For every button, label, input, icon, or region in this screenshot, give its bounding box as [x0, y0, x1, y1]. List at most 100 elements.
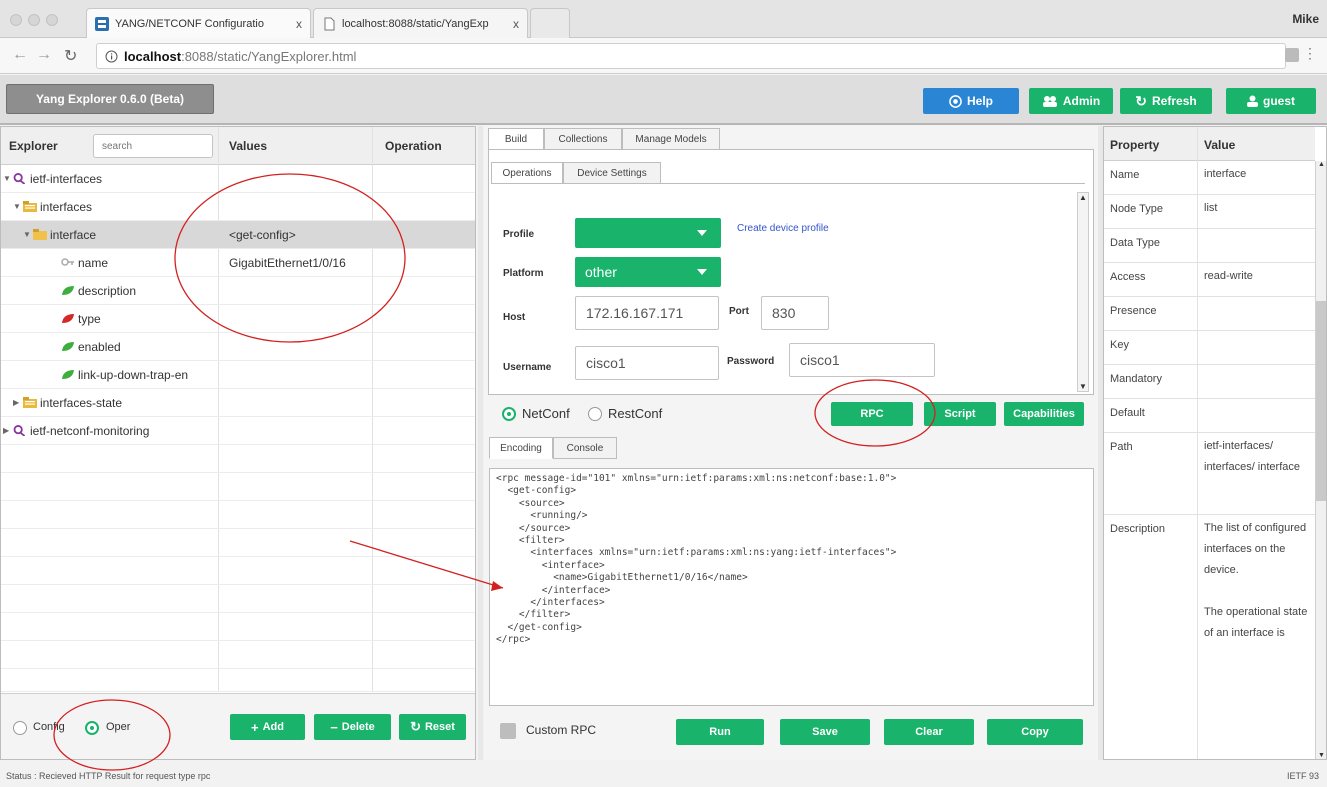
list-folder-icon	[33, 229, 47, 240]
expand-triangle-icon[interactable]: ▼	[3, 174, 13, 183]
custom-rpc-label: Custom RPC	[526, 723, 597, 737]
collapsed-triangle-icon[interactable]: ▶	[3, 426, 13, 435]
admin-button[interactable]: Admin	[1029, 88, 1113, 114]
scroll-down-icon[interactable]: ▼	[1079, 382, 1087, 391]
tree-row-ietf-interfaces[interactable]: ▼ ietf-interfaces	[1, 165, 475, 193]
tab-device-settings[interactable]: Device Settings	[563, 162, 661, 184]
scroll-up-icon[interactable]: ▲	[1318, 161, 1325, 168]
tab-close-icon[interactable]: x	[513, 17, 519, 31]
custom-rpc-checkbox[interactable]	[500, 723, 516, 739]
window-close-dot[interactable]	[10, 14, 22, 26]
value-cell[interactable]: GigabitEthernet1/0/16	[229, 256, 346, 270]
extension-icon[interactable]	[1285, 48, 1299, 62]
tab-encoding[interactable]: Encoding	[489, 437, 553, 459]
oper-radio[interactable]	[85, 720, 99, 735]
expand-triangle-icon[interactable]: ▼	[23, 230, 33, 239]
tree-label: link-up-down-trap-en	[78, 367, 189, 382]
property-key: Key	[1110, 339, 1129, 351]
restconf-radio[interactable]	[588, 406, 602, 421]
explorer-search-input[interactable]	[93, 134, 213, 158]
guest-label: guest	[1262, 94, 1295, 108]
scroll-thumb[interactable]	[1316, 301, 1326, 501]
tree-row-enabled[interactable]: enabled	[1, 333, 475, 361]
browser-tab-yang-config[interactable]: YANG/NETCONF Configuratio x	[86, 8, 311, 38]
menu-kebab-icon[interactable]: ⋮	[1303, 45, 1317, 62]
delete-button[interactable]: − Delete	[314, 714, 391, 740]
browser-tab-localhost[interactable]: localhost:8088/static/YangExp x	[313, 8, 528, 38]
tab-operations[interactable]: Operations	[491, 162, 563, 184]
clear-button[interactable]: Clear	[884, 719, 974, 745]
add-button[interactable]: + Add	[230, 714, 305, 740]
tab-close-icon[interactable]: x	[296, 17, 302, 31]
rpc-xml-output[interactable]: <rpc message-id="101" xmlns="urn:ietf:pa…	[489, 468, 1094, 706]
window-minimize-dot[interactable]	[28, 14, 40, 26]
tree-row-empty	[1, 529, 475, 557]
rpc-button[interactable]: RPC	[831, 402, 913, 426]
operation-column-header: Operation	[385, 139, 442, 153]
port-input[interactable]: 830	[761, 296, 829, 330]
tab-console[interactable]: Console	[553, 437, 617, 459]
platform-value: other	[585, 264, 617, 280]
tab-manage-models[interactable]: Manage Models	[622, 128, 720, 150]
reload-icon[interactable]: ↻	[64, 46, 77, 66]
tree-row-empty	[1, 501, 475, 529]
forward-arrow-icon[interactable]: →	[36, 46, 52, 64]
tree-row-type[interactable]: type	[1, 305, 475, 333]
netconf-radio[interactable]	[502, 406, 516, 421]
new-tab-button[interactable]	[530, 8, 570, 38]
help-button[interactable]: Help	[923, 88, 1019, 114]
property-key: Mandatory	[1110, 373, 1162, 385]
tab-build[interactable]: Build	[488, 128, 544, 150]
save-button[interactable]: Save	[780, 719, 870, 745]
left-splitter[interactable]	[478, 126, 483, 760]
guest-user-button[interactable]: guest	[1226, 88, 1316, 114]
window-zoom-dot[interactable]	[46, 14, 58, 26]
url-field[interactable]: localhost:8088/static/YangExplorer.html …	[96, 43, 1299, 69]
password-input[interactable]: cisco1	[789, 343, 935, 377]
app-header: Yang Explorer 0.6.0 (Beta) Help Admin ↻ …	[0, 75, 1327, 125]
tree-row-interface[interactable]: ▼ interface <get-config>	[1, 221, 475, 249]
script-button[interactable]: Script	[924, 402, 996, 426]
run-button[interactable]: Run	[676, 719, 764, 745]
reset-button[interactable]: ↻ Reset	[399, 714, 466, 740]
tree-row-ietf-netconf-monitoring[interactable]: ▶ ietf-netconf-monitoring	[1, 417, 475, 445]
build-panel: Operations Device Settings Profile Creat…	[488, 149, 1094, 395]
explorer-header: Explorer Values Operation	[1, 127, 475, 165]
form-scrollbar[interactable]: ▲ ▼	[1077, 192, 1089, 392]
property-key: Description	[1110, 523, 1166, 535]
config-radio[interactable]	[13, 720, 27, 735]
tree-label: name	[78, 255, 109, 270]
explorer-column-header: Explorer	[9, 139, 58, 153]
config-radio-label: Config	[33, 721, 65, 733]
chevron-down-icon	[697, 269, 707, 275]
create-device-profile-link[interactable]: Create device profile	[737, 223, 829, 234]
tree-row-description[interactable]: description	[1, 277, 475, 305]
scroll-down-icon[interactable]: ▼	[1318, 752, 1325, 759]
help-label: Help	[966, 94, 993, 108]
refresh-button[interactable]: ↻ Refresh	[1120, 88, 1212, 114]
tab-collections[interactable]: Collections	[544, 128, 622, 150]
tree-row-link-up-down-trap-enable[interactable]: link-up-down-trap-en	[1, 361, 475, 389]
capabilities-button[interactable]: Capabilities	[1004, 402, 1084, 426]
back-arrow-icon[interactable]: ←	[12, 46, 28, 64]
browser-profile-name[interactable]: Mike	[1292, 12, 1319, 26]
expand-triangle-icon[interactable]: ▼	[13, 202, 23, 211]
collapsed-triangle-icon[interactable]: ▶	[13, 398, 23, 407]
value-cell[interactable]: <get-config>	[229, 228, 296, 242]
property-header: Property Value	[1104, 127, 1315, 161]
profile-dropdown[interactable]	[575, 218, 721, 248]
copy-button[interactable]: Copy	[987, 719, 1083, 745]
tree-row-interfaces[interactable]: ▼ interfaces	[1, 193, 475, 221]
platform-dropdown[interactable]: other	[575, 257, 721, 287]
tree-row-name[interactable]: name GigabitEthernet1/0/16	[1, 249, 475, 277]
property-key: Node Type	[1110, 203, 1164, 215]
property-key: Path	[1110, 441, 1133, 453]
value-column-header: Value	[1204, 138, 1236, 152]
property-row-mandatory: Mandatory	[1104, 365, 1315, 399]
tree-row-interfaces-state[interactable]: ▶ interfaces-state	[1, 389, 475, 417]
browser-tab-bar: YANG/NETCONF Configuratio x localhost:80…	[0, 0, 1327, 38]
scroll-up-icon[interactable]: ▲	[1079, 193, 1087, 202]
username-input[interactable]: cisco1	[575, 346, 719, 380]
host-input[interactable]: 172.16.167.171	[575, 296, 719, 330]
property-scrollbar[interactable]: ▲ ▼	[1315, 161, 1326, 759]
